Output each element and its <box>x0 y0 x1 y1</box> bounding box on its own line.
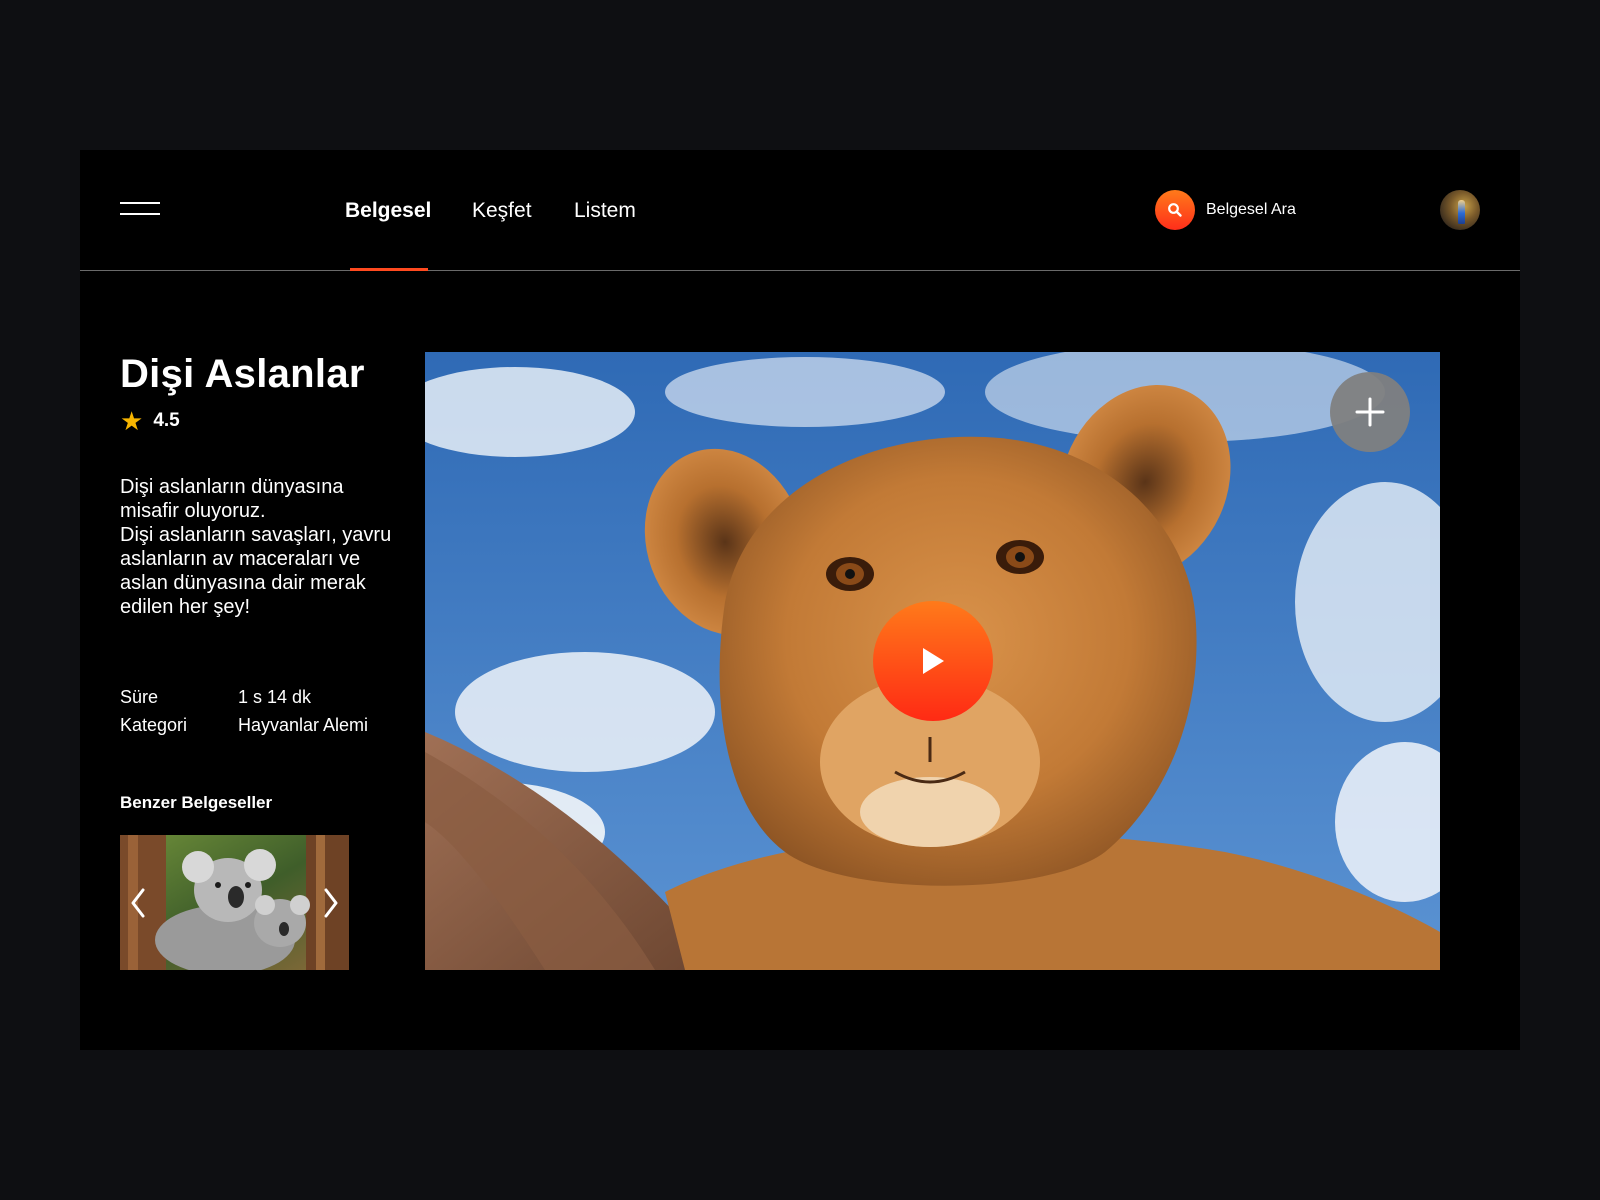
chevron-right-icon[interactable] <box>313 835 349 970</box>
plus-icon <box>1355 397 1385 427</box>
meta-value-duration: 1 s 14 dk <box>238 687 312 707</box>
search-icon <box>1155 190 1195 230</box>
nav-tab-belgesel[interactable]: Belgesel <box>345 199 431 223</box>
meta-row-duration: Süre 1 s 14 dk <box>120 683 368 711</box>
hamburger-icon-line-bottom <box>120 213 160 215</box>
documentary-description: Dişi aslanların dünyasına misafir oluyor… <box>120 475 400 619</box>
app-frame: Belgesel Keşfet Listem Belgesel Ara Dişi… <box>80 150 1520 1050</box>
rating-value: 4.5 <box>153 410 180 431</box>
hamburger-icon-line-top <box>120 202 160 204</box>
meta-key-category: Kategori <box>120 715 188 735</box>
similar-documentary-card[interactable] <box>120 835 349 970</box>
search-label: Belgesel Ara <box>1206 201 1296 218</box>
play-button[interactable] <box>873 601 993 721</box>
nav-tab-listem[interactable]: Listem <box>574 199 636 223</box>
add-to-list-button[interactable] <box>1330 372 1410 452</box>
rating: ★ 4.5 <box>120 408 180 434</box>
star-icon: ★ <box>120 406 144 436</box>
description-line-2: Dişi aslanların savaşları, yavru aslanla… <box>120 524 392 618</box>
meta-row-category: Kategori Hayvanlar Alemi <box>120 711 368 739</box>
similar-section-title: Benzer Belgeseller <box>120 793 273 812</box>
avatar-figure <box>1458 200 1465 224</box>
chevron-left-icon[interactable] <box>120 835 156 970</box>
play-icon <box>923 648 944 674</box>
active-tab-indicator <box>350 268 428 271</box>
search-button[interactable]: Belgesel Ara <box>1155 190 1296 230</box>
nav-tab-kesfet[interactable]: Keşfet <box>472 199 532 223</box>
description-line-1: Dişi aslanların dünyasına misafir oluyor… <box>120 476 344 522</box>
hamburger-menu-button[interactable] <box>120 202 160 216</box>
meta-key-duration: Süre <box>120 687 159 707</box>
documentary-title: Dişi Aslanlar <box>120 352 365 396</box>
meta-value-category: Hayvanlar Alemi <box>238 715 369 735</box>
documentary-meta: Süre 1 s 14 dk Kategori Hayvanlar Alemi <box>120 683 368 739</box>
user-avatar[interactable] <box>1440 190 1480 230</box>
top-header: Belgesel Keşfet Listem Belgesel Ara <box>80 150 1520 271</box>
